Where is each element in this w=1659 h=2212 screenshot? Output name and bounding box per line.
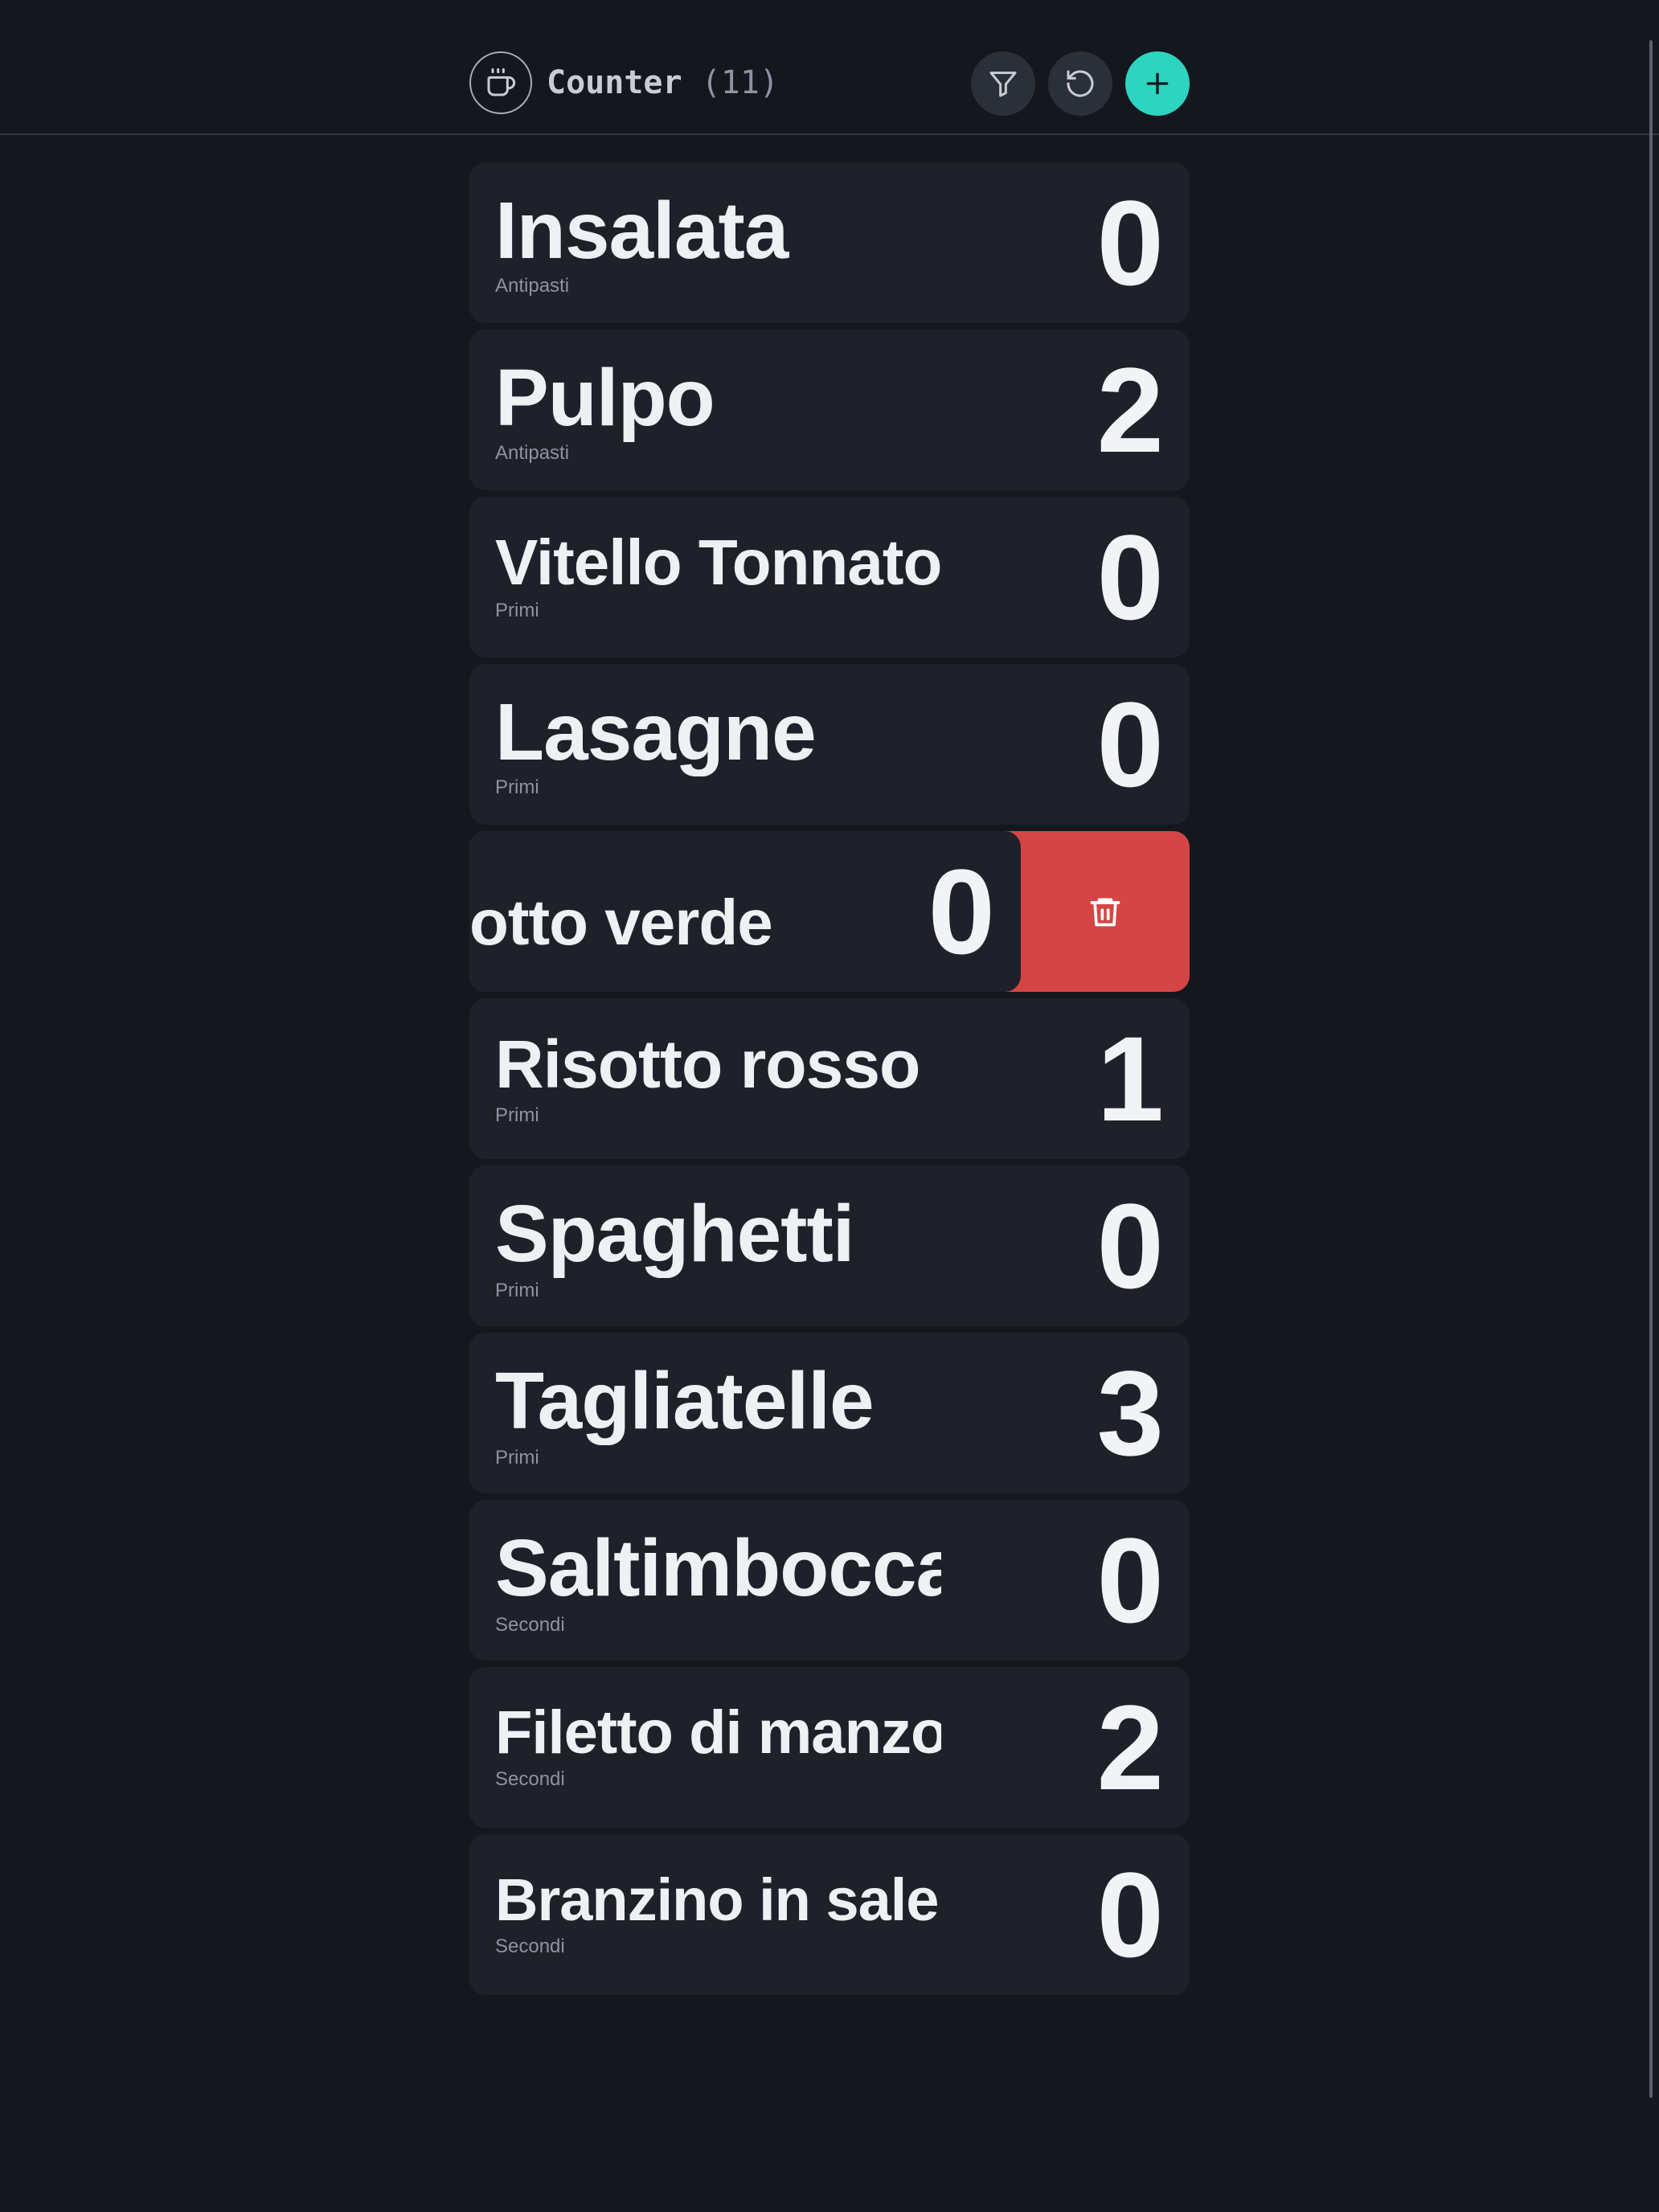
page-title: Counter bbox=[547, 64, 682, 101]
item-name: otto verde bbox=[469, 887, 773, 958]
item-count: 1 bbox=[1096, 1011, 1164, 1146]
scrollbar[interactable] bbox=[1649, 40, 1653, 2098]
item-count: 0 bbox=[1096, 510, 1164, 645]
item-name: Vitello Tonnato bbox=[495, 526, 941, 598]
reset-button[interactable] bbox=[1048, 51, 1112, 116]
counter-item[interactable]: Tagliatelle Primi 3 bbox=[469, 1333, 1190, 1493]
item-name: Risotto rosso bbox=[495, 1026, 920, 1102]
item-name: Saltimbocca bbox=[495, 1524, 941, 1612]
item-category: Antipasti bbox=[495, 275, 570, 297]
item-total-count: (11) bbox=[701, 64, 779, 101]
counter-page: Counter (11) Insalata Antipasti 0 Pulpo … bbox=[0, 0, 1659, 2212]
app-logo bbox=[469, 51, 532, 114]
item-count: 3 bbox=[1096, 1346, 1164, 1481]
item-category: Primi bbox=[495, 1280, 539, 1301]
counter-item[interactable]: Filetto di manzo Secondi 2 bbox=[469, 1667, 1190, 1828]
counter-item[interactable]: otto verde 0 bbox=[469, 831, 1021, 992]
coffee-cup-icon bbox=[487, 68, 516, 96]
item-category: Secondi bbox=[495, 1768, 565, 1790]
reset-icon bbox=[1067, 70, 1094, 97]
item-count: 0 bbox=[1096, 1513, 1164, 1648]
swiped-counter-item[interactable]: otto verde 0 bbox=[469, 831, 1190, 992]
item-count: 0 bbox=[1096, 677, 1164, 812]
counter-item[interactable]: Branzino in sale Secondi 0 bbox=[469, 1834, 1190, 1995]
item-count: 0 bbox=[928, 844, 995, 979]
item-name: Branzino in sale bbox=[495, 1866, 939, 1933]
item-count: 0 bbox=[1096, 1847, 1164, 1982]
counter-item[interactable]: Risotto rosso Primi 1 bbox=[469, 998, 1190, 1159]
item-category: Primi bbox=[495, 1104, 539, 1126]
counter-item[interactable]: Vitello Tonnato Primi 0 bbox=[469, 497, 1190, 657]
counter-item[interactable]: Insalata Antipasti 0 bbox=[469, 162, 1190, 323]
delete-button[interactable] bbox=[1021, 831, 1190, 992]
item-category: Secondi bbox=[495, 1936, 565, 1957]
counter-item[interactable]: Pulpo Antipasti 2 bbox=[469, 330, 1190, 490]
add-item-button[interactable] bbox=[1125, 51, 1190, 116]
item-name: Tagliatelle bbox=[495, 1357, 875, 1445]
item-count: 0 bbox=[1096, 1178, 1164, 1313]
item-name: Lasagne bbox=[495, 688, 817, 776]
item-name: Filetto di manzo bbox=[495, 1698, 941, 1767]
plus-icon bbox=[1146, 72, 1169, 95]
item-count: 2 bbox=[1096, 342, 1164, 477]
item-count: 0 bbox=[1096, 175, 1164, 310]
item-category: Primi bbox=[495, 776, 539, 798]
filter-button[interactable] bbox=[971, 51, 1035, 116]
counter-item[interactable]: Spaghetti Primi 0 bbox=[469, 1165, 1190, 1326]
item-category: Antipasti bbox=[495, 442, 570, 464]
app-title: Counter (11) bbox=[547, 63, 779, 103]
trash-icon bbox=[1090, 898, 1120, 927]
app-header: Counter (11) bbox=[0, 0, 1659, 135]
item-count: 2 bbox=[1096, 1680, 1164, 1815]
item-category: Primi bbox=[495, 1447, 539, 1469]
counter-item[interactable]: Lasagne Primi 0 bbox=[469, 664, 1190, 825]
item-category: Secondi bbox=[495, 1614, 565, 1636]
item-name: Insalata bbox=[495, 186, 789, 275]
filter-icon bbox=[989, 72, 1017, 97]
item-name: Spaghetti bbox=[495, 1190, 855, 1278]
item-name: Pulpo bbox=[495, 354, 715, 442]
counter-item[interactable]: Saltimbocca Secondi 0 bbox=[469, 1500, 1190, 1661]
item-category: Primi bbox=[495, 600, 539, 621]
